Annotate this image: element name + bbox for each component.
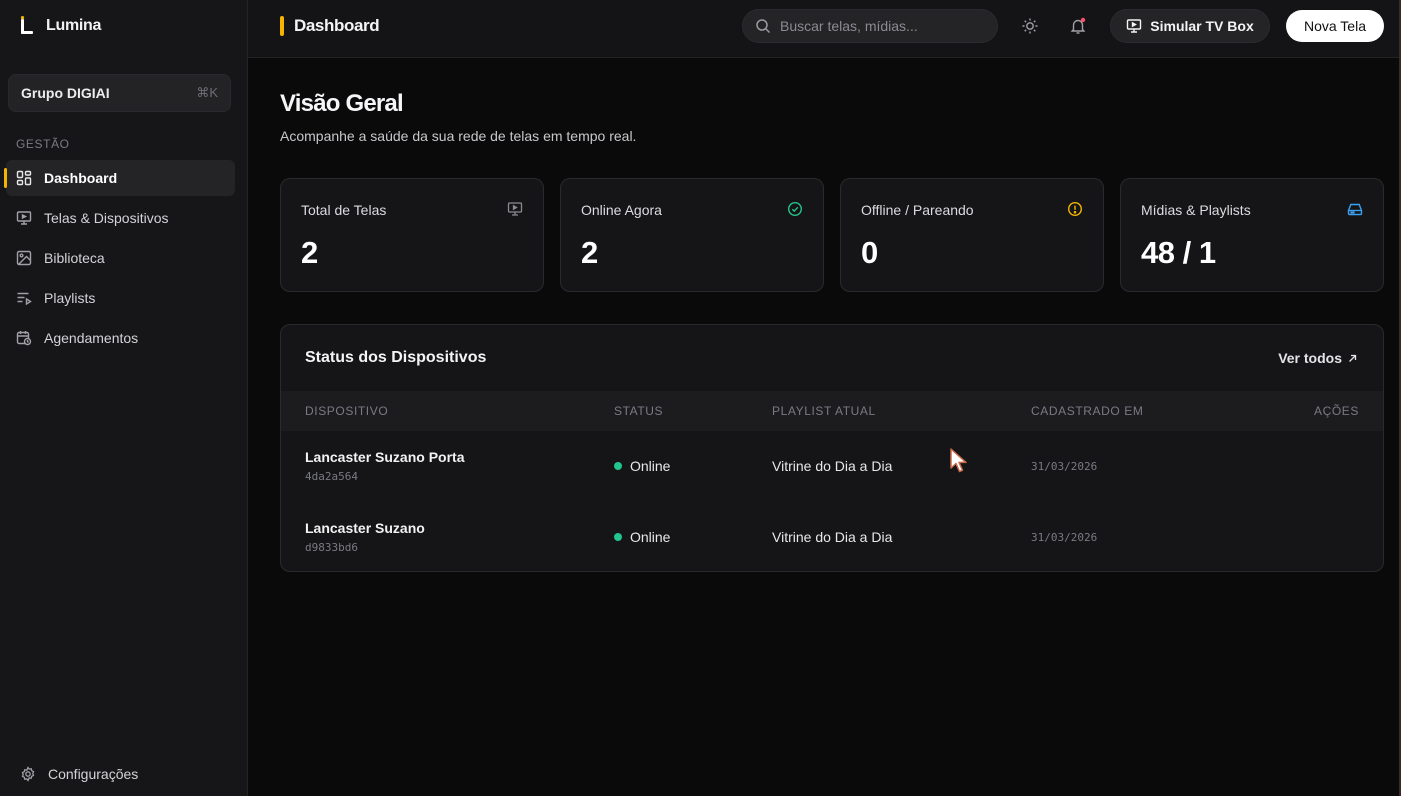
mouse-cursor-icon [950,448,967,473]
device-name: Lancaster Suzano Porta [305,449,465,465]
check-circle-icon [787,201,803,217]
monitor-icon [16,211,32,225]
page-subtitle: Acompanhe a saúde da sua rede de telas e… [280,128,637,144]
playlist-name: Vitrine do Dia a Dia [772,458,893,474]
stat-value: 0 [861,235,878,270]
table-header: DISPOSITIVO STATUS PLAYLIST ATUAL CADAST… [281,391,1383,431]
search-icon [756,19,771,34]
stat-value: 2 [581,235,598,270]
org-name: Grupo DIGIAI [21,85,110,101]
created-date: 31/03/2026 [1031,531,1098,544]
sidebar-item-label: Telas & Dispositivos [44,210,169,226]
sidebar-item-label: Agendamentos [44,330,139,346]
stat-card-midias-playlists: Mídias & Playlists 48 / 1 [1120,178,1384,292]
bell-icon[interactable] [1068,16,1088,36]
stat-value: 2 [301,235,318,270]
calendar-clock-icon [16,331,32,346]
lumina-logo-icon [20,16,33,34]
stat-label: Mídias & Playlists [1141,202,1251,218]
playlist-name: Vitrine do Dia a Dia [772,529,893,545]
card-title: Status dos Dispositivos [305,349,487,366]
table-row[interactable]: Lancaster Suzano d9833bd6 Online Vitrine… [281,502,1383,571]
stat-label: Offline / Pareando [861,202,974,218]
sidebar-item-label: Biblioteca [44,250,105,266]
column-header-cadastrado: CADASTRADO EM [1031,404,1144,418]
gear-icon [21,766,35,782]
sidebar-item-playlists[interactable]: Playlists [6,280,235,316]
sidebar-item-label: Dashboard [44,170,118,186]
playlist-icon [17,292,32,306]
online-dot [614,533,622,541]
column-header-status: STATUS [614,404,664,418]
brand-name: Lumina [46,17,102,34]
sidebar-item-agendamentos[interactable]: Agendamentos [6,320,235,356]
stat-card-online-agora: Online Agora 2 [560,178,824,292]
view-all-label: Ver todos [1278,350,1342,366]
sidebar-item-telas[interactable]: Telas & Dispositivos [6,200,235,236]
device-id: d9833bd6 [305,541,358,554]
sidebar-item-configuracoes[interactable]: Configurações [20,766,138,782]
sidebar-nav: Dashboard Telas & Dispositivos Bibliotec… [4,160,235,360]
title-accent [280,16,284,36]
page-title: Visão Geral [280,90,404,117]
status-badge: Online [614,458,670,474]
new-screen-button[interactable]: Nova Tela [1286,10,1384,42]
sun-icon[interactable] [1020,16,1040,36]
org-switcher[interactable]: Grupo DIGIAI ⌘K [8,74,231,112]
search-box[interactable] [742,9,998,43]
org-shortcut: ⌘K [196,85,218,100]
created-date: 31/03/2026 [1031,460,1098,473]
status-text: Online [630,529,671,545]
grid-icon [16,170,32,186]
device-status-card: Status dos Dispositivos Ver todos DISPOS… [280,324,1384,572]
topbar: Dashboard Simular TV Box Nova Tela [248,0,1401,58]
monitor-play-icon [507,202,523,216]
online-dot [614,462,622,470]
topbar-title: Dashboard [294,16,380,35]
simulate-label: Simular TV Box [1150,18,1254,34]
brand[interactable]: Lumina [18,14,101,38]
stat-card-offline-pareando: Offline / Pareando 0 [840,178,1104,292]
view-all-link[interactable]: Ver todos [1278,350,1357,366]
image-icon [16,250,32,266]
settings-label: Configurações [48,766,139,782]
sidebar-item-biblioteca[interactable]: Biblioteca [6,240,235,276]
stat-label: Online Agora [581,202,662,218]
alert-circle-icon [1067,201,1083,217]
simulate-tv-box-button[interactable]: Simular TV Box [1110,9,1270,43]
sidebar: Lumina Grupo DIGIAI ⌘K GESTÃO Dashboard … [0,0,248,796]
stat-card-total-telas: Total de Telas 2 [280,178,544,292]
search-input[interactable] [780,18,980,34]
section-label-gestao: GESTÃO [16,137,70,151]
column-header-playlist: PLAYLIST ATUAL [772,404,876,418]
table-row[interactable]: Lancaster Suzano Porta 4da2a564 Online V… [281,431,1383,502]
sidebar-item-dashboard[interactable]: Dashboard [4,160,235,196]
device-name: Lancaster Suzano [305,520,425,536]
status-text: Online [630,458,671,474]
hard-drive-icon [1347,203,1363,216]
stat-label: Total de Telas [301,202,387,218]
status-badge: Online [614,529,670,545]
sidebar-item-label: Playlists [44,290,96,306]
monitor-play-icon [1127,19,1142,33]
device-id: 4da2a564 [305,470,358,483]
stat-value: 48 / 1 [1141,235,1216,270]
column-header-dispositivo: DISPOSITIVO [305,404,389,418]
arrow-up-right-icon [1349,354,1357,362]
column-header-acoes: AÇÕES [1313,404,1359,418]
